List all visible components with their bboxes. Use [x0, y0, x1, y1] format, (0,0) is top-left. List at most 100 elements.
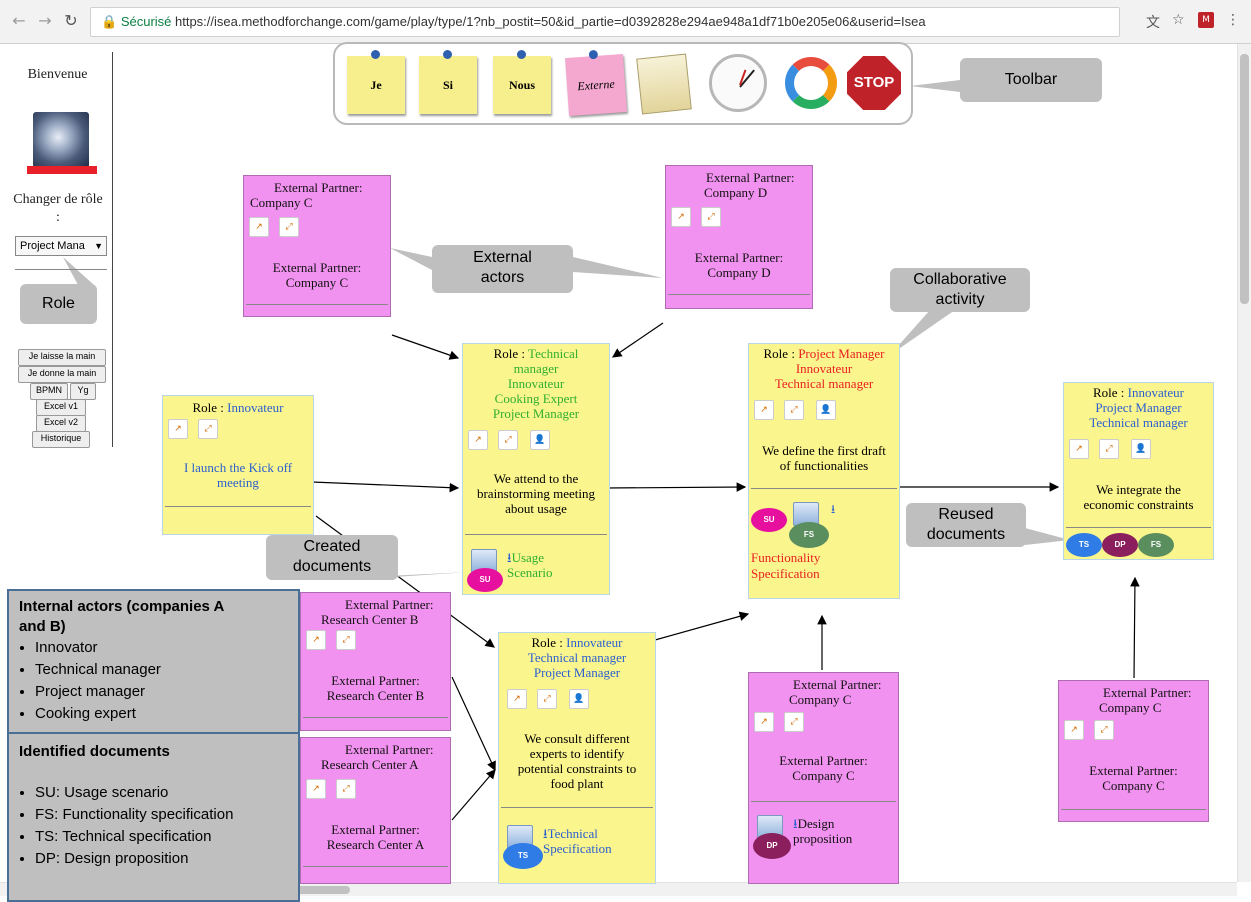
- resize-icon[interactable]: ⤢: [498, 430, 518, 450]
- legend-internal-actors: Internal actors (companies A and B) Inno…: [7, 589, 300, 745]
- role-select[interactable]: Project Mana ▼: [15, 236, 107, 256]
- external-partner-card[interactable]: External Partner: Company C ↗ ⤢ External…: [748, 672, 899, 884]
- resize-icon[interactable]: ⤢: [336, 630, 356, 650]
- document-icon[interactable]: [636, 53, 692, 115]
- external-partner-card[interactable]: External Partner: Company C ↗ ⤢ External…: [1058, 680, 1209, 822]
- yg-button[interactable]: Yg: [70, 383, 96, 400]
- role-name: manager: [513, 361, 559, 376]
- expand-icon[interactable]: ↗: [249, 217, 269, 237]
- expand-icon[interactable]: ↗: [671, 207, 691, 227]
- activity-card-first-draft[interactable]: Role : Project Manager Innovateur Techni…: [748, 343, 900, 599]
- doc-bubble-su[interactable]: SU: [751, 508, 787, 532]
- excel-v2-button[interactable]: Excel v2: [36, 415, 86, 432]
- card-label: External Partner:: [345, 742, 434, 757]
- role-name: Cooking Expert: [494, 391, 578, 406]
- activity-card-consult[interactable]: Role : Innovateur Technical manager Proj…: [498, 632, 656, 884]
- role-name: Innovateur: [566, 635, 623, 650]
- legend-item: SU: Usage scenario: [35, 782, 288, 804]
- legend-title: Internal actors (companies A and B): [19, 598, 224, 635]
- resize-icon[interactable]: ⤢: [1094, 720, 1114, 740]
- expand-icon[interactable]: ↗: [754, 400, 774, 420]
- stop-label: STOP: [853, 74, 895, 91]
- welcome-text: Bienvenue: [27, 67, 88, 82]
- role-name: Project Manager: [533, 665, 621, 680]
- vertical-scroll-thumb[interactable]: [1240, 54, 1249, 304]
- user-icon[interactable]: 👤: [816, 400, 836, 420]
- role-name: Innovateur: [507, 376, 565, 391]
- callout-line: documents: [292, 558, 372, 575]
- clock-icon[interactable]: [709, 54, 767, 112]
- download-icon[interactable]: ⭳: [831, 500, 835, 521]
- resize-icon[interactable]: ⤢: [537, 689, 557, 709]
- expand-icon[interactable]: ↗: [507, 689, 527, 709]
- doc-bubble-ts[interactable]: TS: [503, 843, 543, 869]
- postit-externe-button[interactable]: Externe: [565, 49, 627, 116]
- sidebar-separator: [15, 269, 107, 270]
- activity-text: of functionalities: [779, 458, 869, 473]
- user-icon[interactable]: 👤: [1131, 439, 1151, 459]
- external-partner-card[interactable]: External Partner: Research Center B ↗ ⤢ …: [300, 592, 451, 731]
- doc-bubble-fs[interactable]: FS: [1138, 533, 1174, 557]
- resize-icon[interactable]: ⤢: [701, 207, 721, 227]
- history-button[interactable]: Historique: [32, 431, 90, 448]
- resize-icon[interactable]: ⤢: [336, 779, 356, 799]
- expand-icon[interactable]: ↗: [1069, 439, 1089, 459]
- chevron-down-icon: ▼: [94, 241, 103, 251]
- card-label: External Partner:: [1103, 685, 1192, 700]
- card-label: External Partner:: [1089, 763, 1178, 778]
- doc-name: Technical: [547, 826, 598, 841]
- resize-icon[interactable]: ⤢: [784, 400, 804, 420]
- expand-icon[interactable]: ↗: [468, 430, 488, 450]
- resize-icon[interactable]: ⤢: [784, 712, 804, 732]
- expand-icon[interactable]: ↗: [306, 779, 326, 799]
- card-label: External Partner:: [331, 673, 420, 688]
- doc-name[interactable]: Functionality: [751, 550, 820, 565]
- card-label: External Partner:: [793, 677, 882, 692]
- doc-bubble-dp[interactable]: DP: [1102, 533, 1138, 557]
- activity-text: We consult different: [524, 731, 630, 746]
- callout-role: Role: [20, 284, 97, 324]
- user-icon[interactable]: 👤: [530, 430, 550, 450]
- activity-card-brainstorm[interactable]: Role : Technical manager Innovateur Cook…: [462, 343, 610, 595]
- resize-icon[interactable]: ⤢: [279, 217, 299, 237]
- doc-bubble-dp[interactable]: DP: [753, 833, 791, 859]
- expand-icon[interactable]: ↗: [306, 630, 326, 650]
- card-divider: [501, 807, 653, 808]
- stop-button[interactable]: STOP: [847, 56, 901, 110]
- doc-bubble-su[interactable]: SU: [467, 568, 503, 592]
- card-divider: [1061, 809, 1206, 810]
- doc-name-line: proposition: [793, 831, 853, 846]
- expand-icon[interactable]: ↗: [168, 419, 188, 439]
- role-name: Innovateur: [227, 400, 284, 415]
- doc-link[interactable]: ⭳Technical: [543, 826, 598, 841]
- give-hand-button[interactable]: Je donne la main: [18, 366, 106, 383]
- expand-icon[interactable]: ↗: [1064, 720, 1084, 740]
- expand-icon[interactable]: ↗: [754, 712, 774, 732]
- activity-card-integrate[interactable]: Role : Innovateur Project Manager Techni…: [1063, 382, 1214, 560]
- external-partner-card[interactable]: External Partner: Company C ↗ ⤢ External…: [243, 175, 391, 317]
- postit-nous-button[interactable]: Nous: [493, 50, 551, 114]
- user-icon[interactable]: 👤: [569, 689, 589, 709]
- refresh-cycle-icon[interactable]: [785, 57, 837, 109]
- card-divider: [751, 488, 897, 489]
- doc-bubble-fs[interactable]: FS: [789, 522, 829, 548]
- postit-si-button[interactable]: Si: [419, 50, 477, 114]
- postit-externe-label: Externe: [576, 76, 616, 94]
- vertical-scrollbar[interactable]: [1237, 44, 1251, 882]
- doc-bubble-ts[interactable]: TS: [1066, 533, 1102, 557]
- doc-name-line: Scenario: [507, 565, 553, 580]
- external-partner-card[interactable]: External Partner: Company D ↗ ⤢ External…: [665, 165, 813, 309]
- role-name: Innovateur: [1127, 385, 1184, 400]
- postit-je-button[interactable]: Je: [347, 50, 405, 114]
- external-partner-card[interactable]: External Partner: Research Center A ↗ ⤢ …: [300, 737, 451, 884]
- activity-card-innovateur[interactable]: Role : Innovateur ↗ ⤢ I launch the Kick …: [162, 395, 314, 535]
- doc-link[interactable]: ⭳Design: [793, 816, 834, 831]
- doc-link[interactable]: ⭳Usage: [507, 550, 544, 565]
- leave-hand-button[interactable]: Je laisse la main: [18, 349, 106, 366]
- excel-v1-button[interactable]: Excel v1: [36, 399, 86, 416]
- resize-icon[interactable]: ⤢: [198, 419, 218, 439]
- bpmn-button[interactable]: BPMN: [30, 383, 68, 400]
- card-label: External Partner:: [331, 822, 420, 837]
- callout-reused-documents: Reused documents: [906, 503, 1026, 547]
- resize-icon[interactable]: ⤢: [1099, 439, 1119, 459]
